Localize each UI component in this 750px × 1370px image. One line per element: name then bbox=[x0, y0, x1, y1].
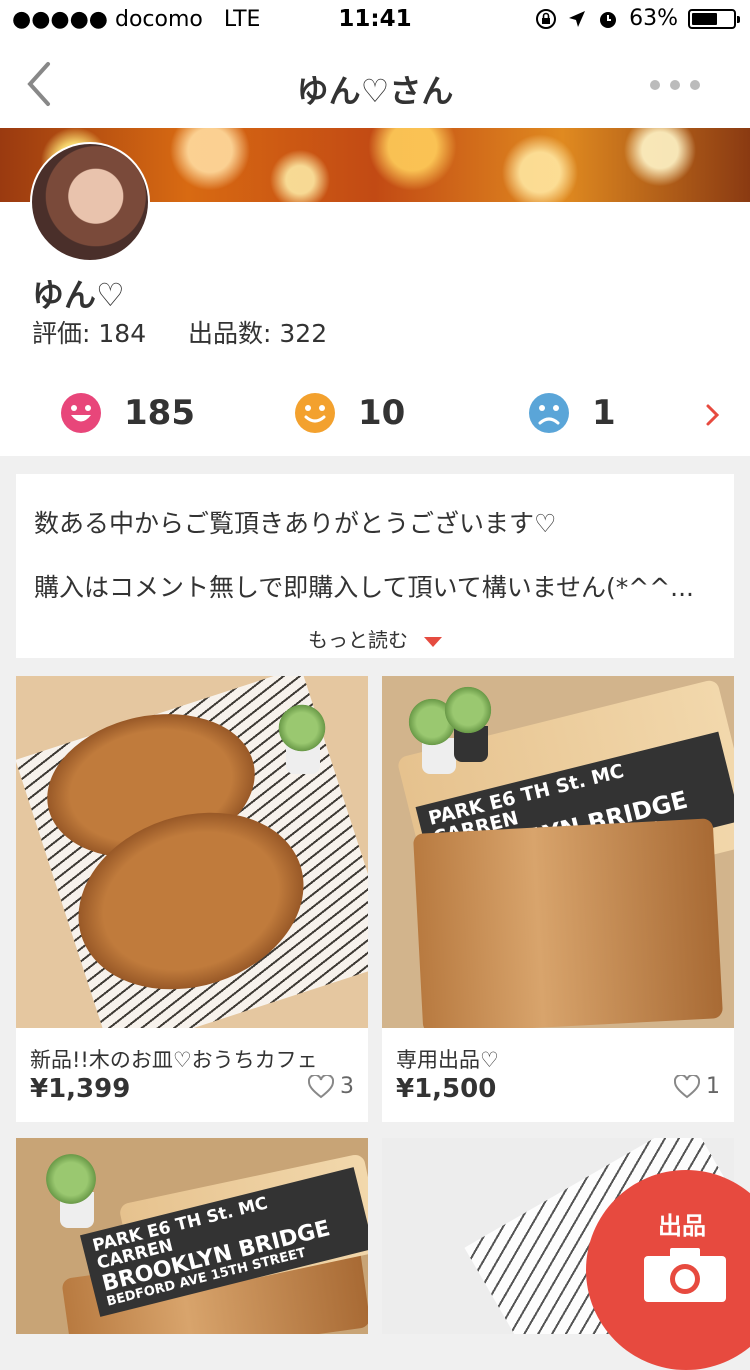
ratings-row[interactable]: 185 10 1 bbox=[0, 392, 750, 442]
rating-label: 評価: bbox=[32, 319, 91, 348]
item-name: 新品!!木のお皿♡おうちカフェ bbox=[30, 1048, 318, 1072]
page-title: ゆん♡さん bbox=[296, 72, 454, 110]
bio-card: 数ある中からご覧頂きありがとうございます♡ 購入はコメント無しで即購入して頂いて… bbox=[16, 474, 734, 658]
rating-normal: 10 bbox=[294, 392, 405, 434]
more-options-icon[interactable] bbox=[650, 80, 700, 90]
item-price: ¥1,399 bbox=[30, 1074, 131, 1104]
normal-count: 10 bbox=[358, 393, 406, 433]
item-card[interactable]: 新品!!木のお皿♡おうちカフェ ¥1,399 3 bbox=[16, 676, 368, 1122]
heart-icon bbox=[674, 1074, 700, 1098]
location-icon bbox=[569, 10, 586, 27]
item-card[interactable]: PARK E6 TH St. MC CARRENBROOKLYN BRIDGEB… bbox=[16, 1138, 368, 1334]
battery-icon bbox=[688, 8, 740, 29]
orientation-lock-icon bbox=[536, 8, 557, 29]
user-name: ゆん♡ bbox=[32, 276, 125, 314]
bad-count: 1 bbox=[592, 393, 616, 433]
happy-face-icon bbox=[61, 393, 101, 433]
item-image: PARK E6 TH St. MC CARRENBROOKLYN BRIDGEB… bbox=[382, 676, 734, 1028]
profile-stats: 評価: 184 出品数: 322 bbox=[32, 314, 327, 350]
heart-icon bbox=[308, 1074, 334, 1098]
smile-face-icon bbox=[295, 393, 335, 433]
item-image: PARK E6 TH St. MC CARRENBROOKLYN BRIDGEB… bbox=[16, 1138, 368, 1334]
like-count: 3 bbox=[340, 1074, 354, 1099]
bio-line-2: 購入はコメント無しで即購入して頂いて構いません(*^^... bbox=[34, 573, 694, 602]
read-more-label: もっと読む bbox=[308, 628, 408, 652]
item-name: 専用出品♡ bbox=[396, 1048, 499, 1072]
item-image bbox=[16, 676, 368, 1028]
like-count: 1 bbox=[706, 1074, 720, 1099]
avatar bbox=[30, 142, 150, 262]
item-likes[interactable]: 3 bbox=[308, 1074, 354, 1099]
chevron-right-icon[interactable] bbox=[704, 400, 722, 430]
read-more-button[interactable]: もっと読む bbox=[16, 624, 734, 653]
good-count: 185 bbox=[124, 393, 195, 433]
camera-icon bbox=[644, 1248, 726, 1302]
status-icons: 63% bbox=[535, 6, 740, 31]
sad-face-icon bbox=[529, 393, 569, 433]
status-bar: ●●●●● docomo LTE 11:41 63% bbox=[0, 0, 750, 40]
sell-label: 出品 bbox=[658, 1212, 706, 1240]
rating-good: 185 bbox=[60, 392, 195, 434]
item-card[interactable]: PARK E6 TH St. MC CARRENBROOKLYN BRIDGEB… bbox=[382, 676, 734, 1122]
nav-bar: ゆん♡さん bbox=[0, 40, 750, 128]
alarm-icon bbox=[600, 11, 617, 28]
listings-value: 322 bbox=[279, 319, 328, 348]
listings-label: 出品数: bbox=[188, 319, 272, 348]
item-likes[interactable]: 1 bbox=[674, 1074, 720, 1099]
bio-line-1: 数ある中からご覧頂きありがとうございます♡ bbox=[34, 509, 557, 538]
rating-value: 184 bbox=[98, 319, 147, 348]
battery-percent: 63% bbox=[629, 6, 678, 31]
rating-bad: 1 bbox=[528, 392, 616, 434]
caret-down-icon bbox=[424, 636, 442, 647]
item-price: ¥1,500 bbox=[396, 1074, 497, 1104]
